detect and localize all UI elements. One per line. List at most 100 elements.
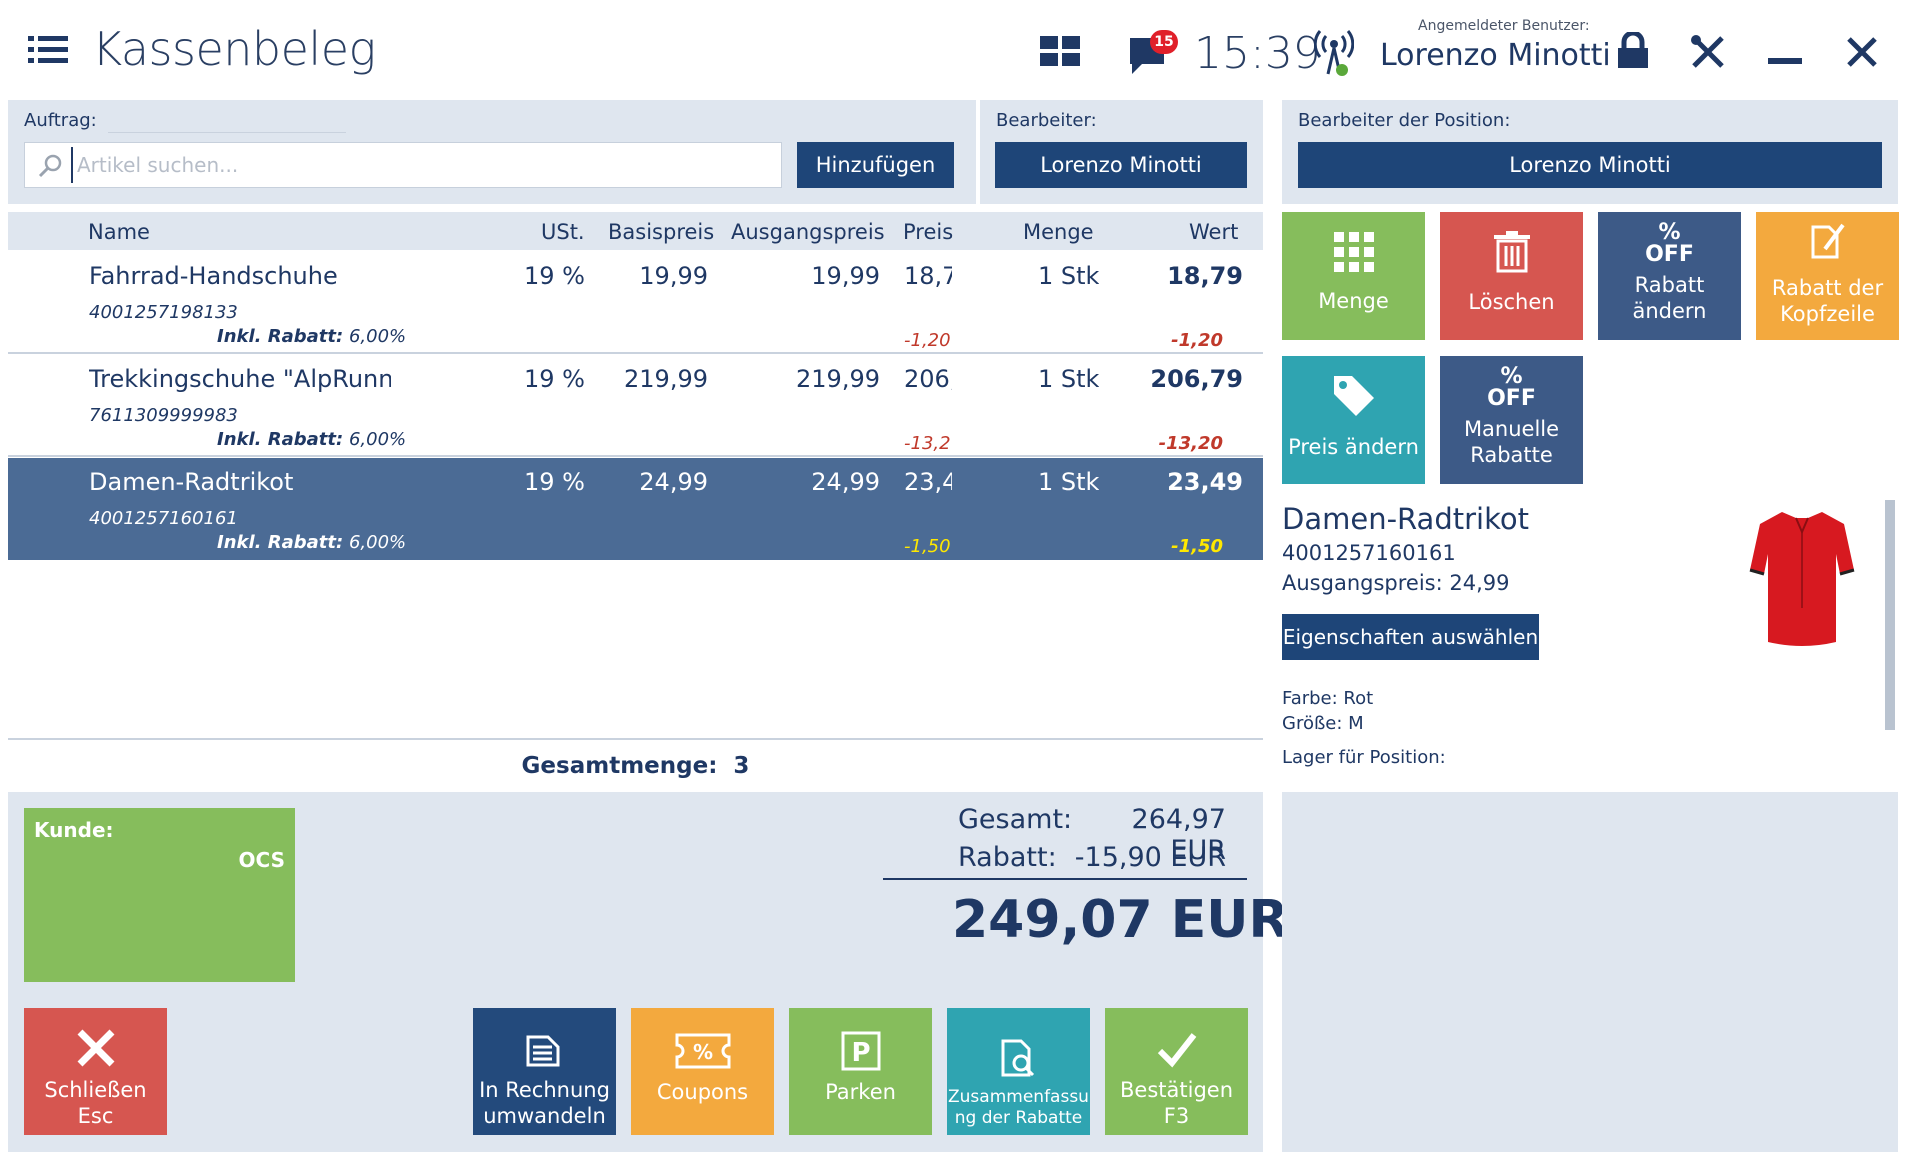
col-vat[interactable]: USt. [541, 220, 585, 244]
item-quantity[interactable]: 1 Stk [1038, 262, 1099, 290]
connection-icon[interactable] [1314, 30, 1354, 78]
quantity-tile[interactable]: Menge [1282, 212, 1425, 340]
table-row-selected[interactable]: Damen-Radtrikot 4001257160161 Inkl. Raba… [8, 458, 1263, 560]
search-icon [38, 154, 62, 178]
document-search-icon [1001, 1039, 1034, 1076]
item-vat: 19 % [524, 468, 585, 496]
item-code: 4001257160161 [89, 508, 238, 529]
col-name[interactable]: Name [88, 220, 150, 244]
position-editor-label: Bearbeiter der Position: [1298, 110, 1511, 131]
convert-invoice-button[interactable]: In Rechnung umwandeln [473, 1008, 616, 1135]
summary-divider [883, 878, 1247, 880]
user-caption: Angemeldeter Benutzer: [1418, 18, 1590, 34]
header-bar: Kassenbeleg 15 15:39 Angemeldeter Benutz… [0, 0, 1907, 100]
user-name: Lorenzo Minotti [1380, 38, 1611, 73]
menu-icon[interactable] [28, 34, 68, 66]
notifications-button[interactable]: 15 [1128, 30, 1178, 76]
item-base-price: 24,99 [639, 468, 708, 496]
coupons-button[interactable]: % Coupons [631, 1008, 774, 1135]
select-properties-button[interactable]: Eigenschaften auswählen [1282, 614, 1539, 660]
item-base-price: 219,99 [624, 365, 708, 393]
item-value: 18,79 [1167, 262, 1243, 290]
product-start-price: Ausgangspreis: 24,99 [1282, 571, 1510, 595]
article-search [24, 142, 782, 188]
product-code: 4001257160161 [1282, 541, 1456, 565]
item-base-price: 19,99 [639, 262, 708, 290]
notification-badge: 15 [1150, 30, 1178, 54]
header-discount-tile[interactable]: Rabatt der Kopfzeile [1756, 212, 1899, 340]
discount-summary-button[interactable]: Zusammenfassu ng der Rabatte [947, 1008, 1090, 1135]
document-edit-icon [1811, 223, 1845, 259]
tiles-icon[interactable] [1040, 36, 1080, 68]
order-label: Auftrag: [24, 110, 97, 131]
customer-value: OCS [238, 848, 285, 872]
minimize-icon[interactable] [1768, 56, 1802, 66]
total-quantity: Gesamtmenge: 3 [8, 742, 1263, 790]
item-value: 23,49 [1167, 468, 1243, 496]
clock: 15:39 [1194, 28, 1321, 79]
product-stock: Lager für Position: [1282, 747, 1446, 768]
checkmark-icon [1157, 1032, 1196, 1068]
parking-icon: P [841, 1031, 880, 1071]
item-price-discount: -1,20 [904, 330, 951, 351]
customer-tile[interactable]: Kunde: OCS [24, 808, 295, 982]
detail-scrollbar[interactable] [1885, 500, 1895, 730]
close-receipt-button[interactable]: Schließen Esc [24, 1008, 167, 1135]
col-start-price[interactable]: Ausgangspreis [731, 220, 885, 244]
product-size: Größe: M [1282, 713, 1364, 734]
table-row[interactable]: Fahrrad-Handschuhe 4001257198133 Inkl. R… [8, 252, 1263, 354]
table-header: Name USt. Basispreis Ausgangspreis Preis… [8, 212, 1263, 250]
col-base-price[interactable]: Basispreis [608, 220, 714, 244]
document-lines-icon [526, 1035, 559, 1066]
delete-tile[interactable]: Löschen [1440, 212, 1583, 340]
svg-text:%: % [692, 1040, 712, 1064]
product-name: Damen-Radtrikot [1282, 502, 1529, 536]
tools-icon[interactable] [1690, 34, 1726, 70]
table-row[interactable]: Trekkingschuhe "AlpRunne 7611309999983 I… [8, 355, 1263, 457]
item-price[interactable]: 206, [904, 365, 952, 393]
add-button[interactable]: Hinzufügen [797, 142, 954, 188]
item-quantity[interactable]: 1 Stk [1038, 468, 1099, 496]
svg-text:P: P [851, 1038, 870, 1068]
item-quantity[interactable]: 1 Stk [1038, 365, 1099, 393]
close-icon[interactable] [1846, 36, 1878, 68]
col-price[interactable]: Preis [903, 220, 953, 244]
customer-label: Kunde: [34, 818, 114, 842]
search-input[interactable] [71, 147, 771, 183]
item-name: Damen-Radtrikot [89, 468, 294, 496]
percent-off-icon: % OFF [1645, 219, 1694, 267]
item-price[interactable]: 18,7 [904, 262, 952, 290]
product-image [1749, 512, 1855, 646]
change-price-tile[interactable]: Preis ändern [1282, 356, 1425, 484]
page-title: Kassenbeleg [92, 22, 376, 76]
item-value-discount: -13,20 [1158, 433, 1223, 454]
item-vat: 19 % [524, 262, 585, 290]
discount-label: Rabatt: [958, 842, 1057, 873]
change-discount-tile[interactable]: % OFF Rabatt ändern [1598, 212, 1741, 340]
item-start-price: 19,99 [811, 262, 880, 290]
editor-label: Bearbeiter: [996, 110, 1097, 131]
grand-total: 249,07 EUR [952, 890, 1289, 950]
item-start-price: 219,99 [796, 365, 880, 393]
item-code: 7611309999983 [89, 405, 238, 426]
lock-icon[interactable] [1616, 32, 1650, 70]
item-value-discount: -1,50 [1171, 536, 1223, 557]
total-label: Gesamt: [958, 804, 1073, 835]
item-discount: Inkl. Rabatt: 6,00% [217, 532, 407, 553]
item-price-discount: -1,50 [904, 536, 951, 557]
confirm-button[interactable]: Bestätigen F3 [1105, 1008, 1248, 1135]
position-editor-select[interactable]: Lorenzo Minotti [1298, 142, 1882, 188]
manual-discounts-tile[interactable]: % OFF Manuelle Rabatte [1440, 356, 1583, 484]
item-start-price: 24,99 [811, 468, 880, 496]
percent-off-icon: % OFF [1487, 363, 1536, 411]
editor-select[interactable]: Lorenzo Minotti [995, 142, 1247, 188]
price-tag-icon [1333, 375, 1374, 416]
trash-icon [1493, 230, 1530, 273]
order-underline [108, 132, 346, 133]
item-code: 4001257198133 [89, 302, 238, 323]
item-price[interactable]: 23,4 [904, 468, 952, 496]
park-button[interactable]: P Parken [789, 1008, 932, 1135]
col-quantity[interactable]: Menge [1023, 220, 1094, 244]
close-x-icon [77, 1029, 114, 1066]
col-value[interactable]: Wert [1189, 220, 1238, 244]
